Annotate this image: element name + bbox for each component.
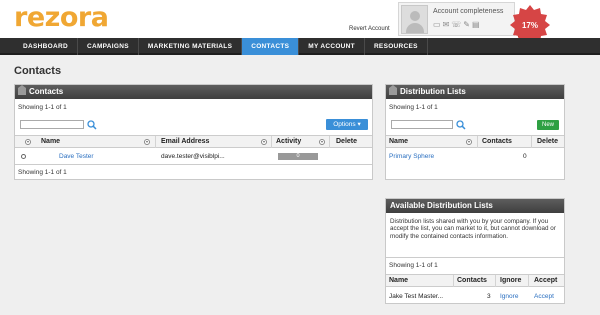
col-name: Name: [389, 277, 409, 284]
available-list-name: Jake Test Master...: [389, 293, 444, 300]
options-button[interactable]: Options ▾: [326, 119, 368, 130]
col-name[interactable]: Name: [41, 136, 60, 149]
available-panel-header: Available Distribution Lists: [386, 199, 564, 213]
distribution-showing: Showing 1-1 of 1: [389, 104, 438, 111]
col-delete: Delete: [537, 138, 559, 145]
column-divider: [528, 275, 529, 287]
contacts-table-header: Name Email Address Activity Delete: [15, 135, 372, 148]
account-completeness-label: Account completeness: [433, 8, 504, 15]
column-divider: [329, 136, 330, 148]
home-icon: [18, 85, 26, 95]
column-divider: [531, 136, 532, 148]
available-description: Distribution lists shared with you by yo…: [390, 218, 556, 240]
activity-bar: 0: [278, 153, 318, 160]
search-icon[interactable]: [456, 120, 466, 130]
sort-icon[interactable]: [144, 139, 150, 145]
col-name[interactable]: Name: [389, 136, 408, 149]
nav-campaigns[interactable]: CAMPAIGNS: [78, 38, 139, 55]
distribution-contact-count: 0: [523, 153, 527, 160]
divider: [15, 164, 372, 165]
available-showing: Showing 1-1 of 1: [389, 262, 438, 269]
sort-icon[interactable]: [466, 139, 472, 145]
column-divider: [495, 275, 496, 287]
column-divider: [155, 136, 156, 148]
col-contacts[interactable]: Contacts: [482, 136, 512, 149]
edit-icon: ✎: [463, 20, 472, 29]
column-divider: [477, 136, 478, 148]
avatar: [401, 5, 428, 34]
completeness-percent: 17%: [522, 21, 538, 30]
available-table-header: Name Contacts Ignore Accept: [386, 274, 564, 287]
account-completeness-box[interactable]: Account completeness ▭✉☏✎▤: [398, 2, 515, 36]
col-accept: Accept: [534, 277, 558, 284]
nav-my-account[interactable]: MY ACCOUNT: [299, 38, 365, 55]
col-email[interactable]: Email Address: [161, 136, 209, 149]
row-radio[interactable]: [21, 154, 26, 159]
accept-link[interactable]: Accept: [534, 293, 554, 300]
distribution-table-header: Name Contacts Delete: [386, 135, 564, 148]
available-contact-count: 3: [487, 293, 491, 300]
profile-icons: ▭✉☏✎▤: [433, 20, 482, 29]
distribution-lists-panel: Distribution Lists Showing 1-1 of 1 New …: [385, 84, 565, 180]
column-divider: [271, 136, 272, 148]
contact-name-link[interactable]: Dave Tester: [59, 153, 94, 160]
contacts-showing-bottom: Showing 1-1 of 1: [18, 169, 67, 176]
contacts-panel-title: Contacts: [29, 87, 64, 96]
nav-dashboard[interactable]: DASHBOARD: [14, 38, 78, 55]
top-header: rezora Revert Account Account completene…: [0, 0, 600, 50]
sort-icon[interactable]: [25, 139, 31, 145]
col-activity[interactable]: Activity: [276, 136, 301, 149]
document-icon: ▤: [471, 20, 482, 29]
distribution-panel-title: Distribution Lists: [400, 87, 466, 96]
nav-marketing-materials[interactable]: MARKETING MATERIALS: [139, 38, 243, 55]
sort-icon[interactable]: [319, 139, 325, 145]
contact-email: dave.tester@visiblpi...: [161, 153, 225, 160]
column-divider: [453, 275, 454, 287]
available-panel-title: Available Distribution Lists: [390, 201, 493, 210]
distribution-search-input[interactable]: [391, 120, 453, 129]
phone-icon: ☏: [451, 20, 464, 29]
page-title: Contacts: [14, 65, 62, 77]
available-lists-panel: Available Distribution Lists Distributio…: [385, 198, 565, 304]
distribution-panel-header: Distribution Lists: [386, 85, 564, 99]
ignore-link[interactable]: Ignore: [500, 293, 518, 300]
contacts-search-input[interactable]: [20, 120, 84, 129]
search-icon[interactable]: [87, 120, 97, 130]
contacts-showing-top: Showing 1-1 of 1: [18, 104, 67, 111]
nav-resources[interactable]: RESOURCES: [365, 38, 428, 55]
col-ignore: Ignore: [500, 277, 522, 284]
contacts-panel: Contacts Showing 1-1 of 1 Options ▾ Name…: [14, 84, 373, 180]
divider: [386, 257, 564, 258]
sort-icon[interactable]: [261, 139, 267, 145]
new-list-button[interactable]: New: [537, 120, 559, 130]
contacts-panel-header: Contacts: [15, 85, 372, 99]
distribution-list-link[interactable]: Primary Sphere: [389, 153, 434, 160]
main-navbar: DASHBOARD CAMPAIGNS MARKETING MATERIALS …: [0, 38, 600, 55]
email-icon: ✉: [442, 20, 452, 29]
id-card-icon: ▭: [433, 20, 443, 29]
col-contacts: Contacts: [457, 277, 487, 284]
rezora-logo[interactable]: rezora: [14, 2, 109, 33]
revert-account-link[interactable]: Revert Account: [349, 26, 390, 32]
home-icon: [389, 85, 397, 95]
col-delete: Delete: [336, 138, 358, 145]
nav-contacts[interactable]: CONTACTS: [242, 38, 300, 55]
